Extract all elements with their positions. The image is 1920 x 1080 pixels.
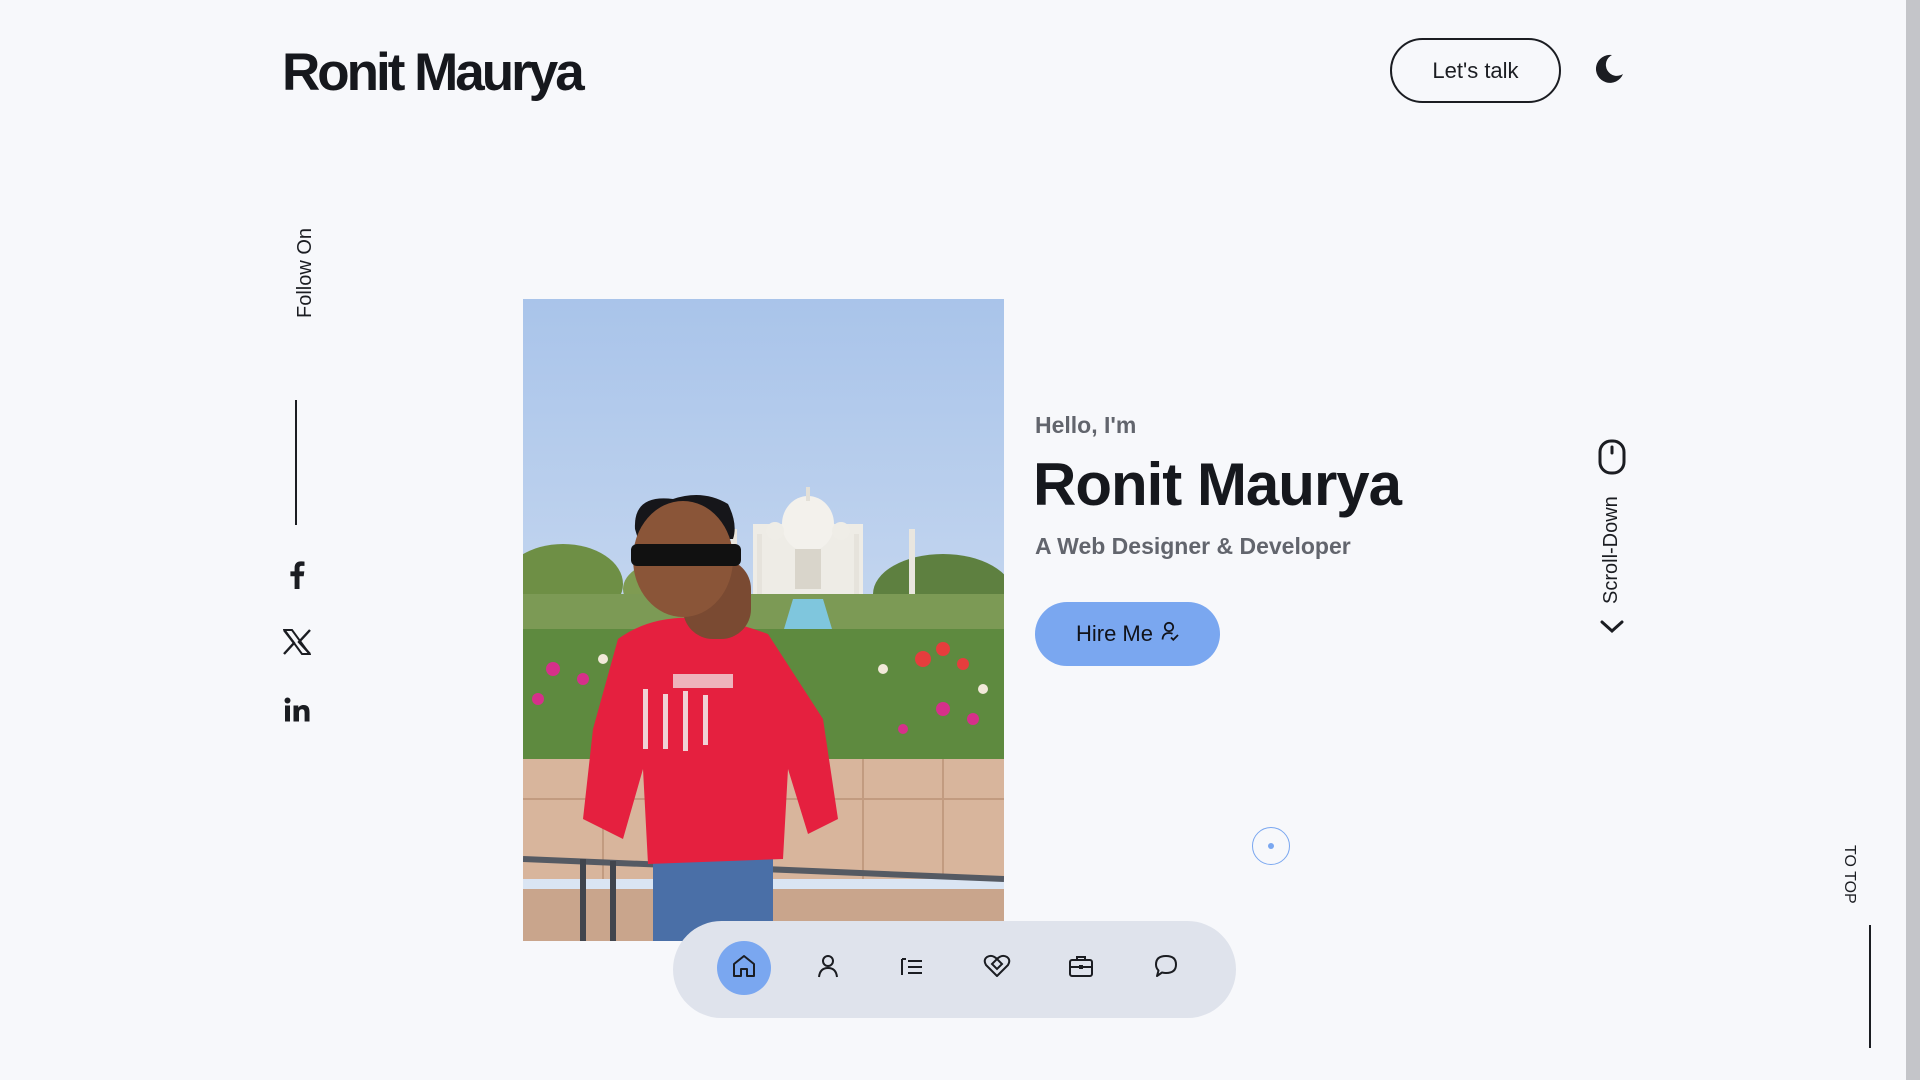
hero-photo bbox=[523, 299, 1004, 941]
linkedin-icon[interactable] bbox=[282, 695, 312, 725]
moon-icon[interactable] bbox=[1592, 52, 1626, 86]
x-icon[interactable] bbox=[282, 627, 312, 657]
site-logo[interactable]: Ronit Maurya bbox=[282, 42, 585, 103]
hero-subtitle: A Web Designer & Developer bbox=[1035, 533, 1351, 559]
lets-talk-button[interactable]: Let's talk bbox=[1390, 38, 1561, 103]
mouse-icon bbox=[1598, 439, 1626, 480]
chevron-down-icon[interactable] bbox=[1600, 620, 1624, 639]
list-icon bbox=[899, 953, 925, 984]
nav-portfolio[interactable] bbox=[1054, 941, 1108, 995]
cursor-dot bbox=[1268, 843, 1274, 849]
scroll-down-link[interactable]: Scroll-Down bbox=[1600, 496, 1623, 604]
heart-diamond-icon bbox=[983, 953, 1011, 984]
bottom-nav bbox=[673, 921, 1236, 1018]
user-check-icon bbox=[1161, 621, 1179, 647]
to-top-link[interactable]: TO TOP bbox=[1840, 845, 1858, 904]
follow-divider bbox=[295, 400, 297, 525]
chat-icon bbox=[1153, 953, 1179, 984]
nav-home[interactable] bbox=[717, 941, 771, 995]
facebook-icon[interactable] bbox=[282, 560, 312, 590]
nav-about[interactable] bbox=[801, 941, 855, 995]
hero-name: Ronit Maurya bbox=[1033, 451, 1402, 518]
nav-contact[interactable] bbox=[1139, 941, 1193, 995]
scrollbar-thumb[interactable] bbox=[1906, 0, 1920, 1080]
nav-services[interactable] bbox=[970, 941, 1024, 995]
portfolio-page: Ronit Maurya Let's talk Follow On Hello,… bbox=[0, 0, 1920, 1080]
nav-skills[interactable] bbox=[885, 941, 939, 995]
hire-me-label: Hire Me bbox=[1075, 621, 1153, 646]
follow-on-label: Follow On bbox=[294, 227, 316, 318]
briefcase-icon bbox=[1068, 953, 1094, 984]
user-icon bbox=[815, 953, 841, 984]
home-icon bbox=[731, 953, 757, 984]
hire-me-button[interactable]: Hire Me bbox=[1035, 602, 1220, 666]
to-top-line bbox=[1869, 925, 1871, 1048]
greeting-text: Hello, I'm bbox=[1035, 412, 1137, 438]
